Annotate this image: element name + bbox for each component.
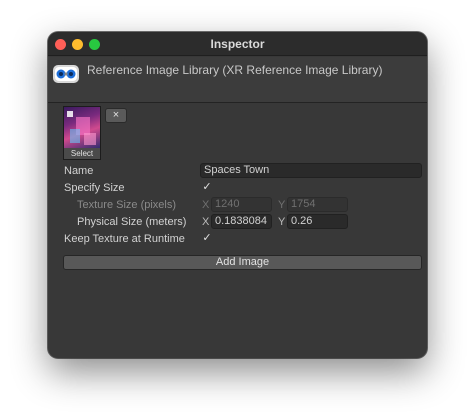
reference-image-library-icon [53,65,79,83]
physical-x-label: X [202,216,210,228]
asset-title: Reference Image Library (XR Reference Im… [87,63,383,77]
inspector-header: Reference Image Library (XR Reference Im… [48,57,427,103]
window-title: Inspector [210,37,265,51]
inspector-window: Inspector Reference Image Library (XR Re… [48,32,427,358]
keep-texture-label: Keep Texture at Runtime [64,233,185,245]
specify-size-checkbox[interactable]: ✓ [201,181,213,193]
physical-size-label: Physical Size (meters) [77,216,187,228]
texture-x-field: 1240 [211,197,272,212]
physical-y-field[interactable]: 0.26 [287,214,348,229]
name-label: Name [64,165,94,177]
thumbnail-image [64,107,100,149]
remove-image-button[interactable]: × [105,108,127,123]
checkmark-icon: ✓ [202,181,212,193]
title-bar: Inspector [48,32,427,56]
checkmark-icon: ✓ [202,232,212,244]
name-field[interactable]: Spaces Town [200,163,422,178]
thumbnail-artwork [67,111,96,145]
texture-y-label: Y [278,199,286,211]
texture-x-label: X [202,199,210,211]
texture-thumbnail[interactable]: Select [63,106,101,160]
physical-x-field[interactable]: 0.1838084 [211,214,272,229]
specify-size-label: Specify Size [64,182,125,194]
keep-texture-checkbox[interactable]: ✓ [201,232,213,244]
select-texture-button[interactable]: Select [64,148,100,159]
add-image-button[interactable]: Add Image [63,255,422,270]
texture-y-field: 1754 [287,197,348,212]
texture-size-label: Texture Size (pixels) [77,199,177,211]
physical-y-label: Y [278,216,286,228]
